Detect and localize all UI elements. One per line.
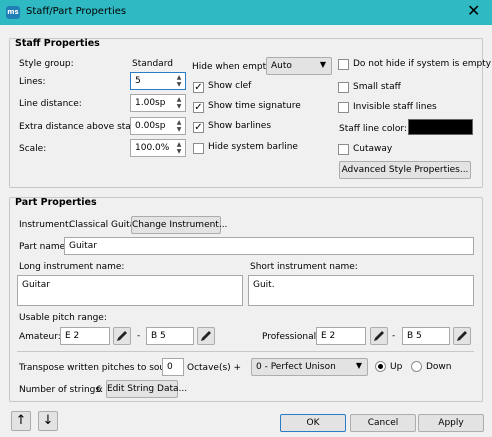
ok-button[interactable]: OK: [280, 414, 346, 432]
short-name-label: Short instrument name:: [250, 262, 358, 272]
octaves-label: Octave(s) +: [187, 363, 242, 373]
lines-spinbox[interactable]: 5 ▲ ▼: [130, 72, 186, 90]
edit-string-data-button[interactable]: Edit String Data...: [106, 380, 187, 398]
strings-value: 6: [96, 385, 102, 395]
professional-label: Professional:: [262, 332, 320, 342]
interval-dropdown[interactable]: 0 - Perfect Unison ▼: [251, 358, 368, 376]
pencil-icon[interactable]: [453, 327, 471, 345]
do-not-hide-label: Do not hide if system is empty: [353, 59, 492, 69]
style-group-label: Style group:: [19, 59, 74, 69]
part-name-label: Part name:: [19, 242, 69, 252]
instrument-label: Instrument:: [19, 220, 72, 230]
chevron-down-icon: ▼: [355, 361, 362, 370]
line-distance-label: Line distance:: [19, 99, 82, 109]
amateur-low-input[interactable]: E 2: [60, 327, 110, 345]
previous-staff-arrow-up-icon[interactable]: ↑: [11, 411, 31, 431]
transpose-label: Transpose written pitches to sound:: [19, 363, 180, 373]
extra-distance-spinbox[interactable]: 0.00sp ▲ ▼: [130, 117, 186, 135]
close-icon[interactable]: ✕: [467, 3, 480, 19]
transpose-octaves-value: 0: [167, 362, 173, 372]
scale-label: Scale:: [19, 144, 47, 154]
pencil-icon[interactable]: [197, 327, 215, 345]
amateur-high-input[interactable]: B 5: [146, 327, 194, 345]
amateur-range-dash: -: [137, 331, 141, 341]
professional-low-input[interactable]: E 2: [316, 327, 366, 345]
cancel-button[interactable]: Cancel: [350, 414, 416, 432]
show-barlines-checkbox[interactable]: ✓: [193, 122, 204, 133]
do-not-hide-checkbox[interactable]: [338, 59, 349, 70]
scale-spinbox[interactable]: 100.0% ▲ ▼: [130, 139, 186, 157]
usable-pitch-range-label: Usable pitch range:: [19, 313, 107, 323]
down-label: Down: [426, 362, 452, 372]
change-instrument-button[interactable]: Change Instrument...: [131, 216, 227, 234]
hide-when-empty-value: Auto: [271, 61, 292, 71]
invisible-staff-lines-checkbox[interactable]: [338, 102, 349, 113]
professional-high-input[interactable]: B 5: [402, 327, 450, 345]
cutaway-checkbox[interactable]: [338, 144, 349, 155]
spin-arrows-icon[interactable]: ▲ ▼: [174, 119, 184, 133]
professional-range-dash: -: [392, 331, 396, 341]
strings-label: Number of strings:: [19, 385, 104, 395]
line-distance-spinbox[interactable]: 1.00sp ▲ ▼: [130, 94, 186, 112]
staff-line-color-label: Staff line color:: [339, 124, 407, 134]
long-name-label: Long instrument name:: [19, 262, 125, 272]
long-name-textarea[interactable]: Guitar: [17, 275, 243, 306]
hide-when-empty-dropdown[interactable]: Auto ▼: [266, 57, 332, 75]
lines-value: 5: [135, 76, 141, 86]
up-label: Up: [390, 362, 403, 372]
pencil-icon[interactable]: [370, 327, 388, 345]
part-name-input[interactable]: Guitar: [64, 237, 474, 255]
style-group-value: Standard: [132, 59, 173, 69]
staff-properties-title: Staff Properties: [15, 38, 100, 49]
apply-button[interactable]: Apply: [418, 414, 484, 432]
part-properties-title: Part Properties: [15, 197, 97, 208]
spin-arrows-icon[interactable]: ▲ ▼: [174, 96, 184, 110]
short-name-textarea[interactable]: Guit.: [248, 275, 474, 306]
small-staff-label: Small staff: [353, 82, 401, 92]
staff-line-color-swatch[interactable]: [408, 119, 473, 135]
spin-arrows-icon[interactable]: ▲ ▼: [174, 141, 184, 155]
extra-distance-value: 0.00sp: [135, 121, 166, 131]
window-title: Staff/Part Properties: [26, 6, 127, 17]
extra-distance-label: Extra distance above staff:: [19, 122, 141, 132]
scale-value: 100.0%: [135, 143, 170, 153]
line-distance-value: 1.00sp: [135, 98, 166, 108]
hide-system-barline-checkbox[interactable]: [193, 143, 204, 154]
interval-value: 0 - Perfect Unison: [256, 362, 336, 372]
next-staff-arrow-down-icon[interactable]: ↓: [38, 411, 58, 431]
up-radio[interactable]: [375, 361, 386, 372]
show-clef-label: Show clef: [208, 81, 252, 91]
advanced-style-properties-button[interactable]: Advanced Style Properties...: [339, 161, 471, 179]
down-radio[interactable]: [411, 361, 422, 372]
show-clef-checkbox[interactable]: ✓: [193, 82, 204, 93]
small-staff-checkbox[interactable]: [338, 82, 349, 93]
lines-label: Lines:: [19, 77, 46, 87]
hide-system-barline-label: Hide system barline: [208, 142, 298, 152]
transpose-octaves-spinbox[interactable]: 0: [162, 358, 184, 376]
spin-arrows-icon[interactable]: ▲ ▼: [174, 74, 184, 88]
amateur-label: Amateur:: [19, 332, 61, 342]
cutaway-label: Cutaway: [353, 144, 393, 154]
hide-when-empty-label: Hide when empty:: [192, 62, 274, 72]
musescore-app-icon: ms: [6, 6, 20, 19]
show-time-signature-checkbox[interactable]: ✓: [193, 102, 204, 113]
invisible-staff-lines-label: Invisible staff lines: [353, 102, 437, 112]
divider: [17, 351, 474, 352]
instrument-value: Classical Guitar: [69, 220, 139, 230]
pencil-icon[interactable]: [113, 327, 131, 345]
show-time-signature-label: Show time signature: [208, 101, 301, 111]
show-barlines-label: Show barlines: [208, 121, 272, 131]
title-bar: ms Staff/Part Properties ✕: [0, 0, 492, 25]
chevron-down-icon: ▼: [319, 60, 326, 69]
